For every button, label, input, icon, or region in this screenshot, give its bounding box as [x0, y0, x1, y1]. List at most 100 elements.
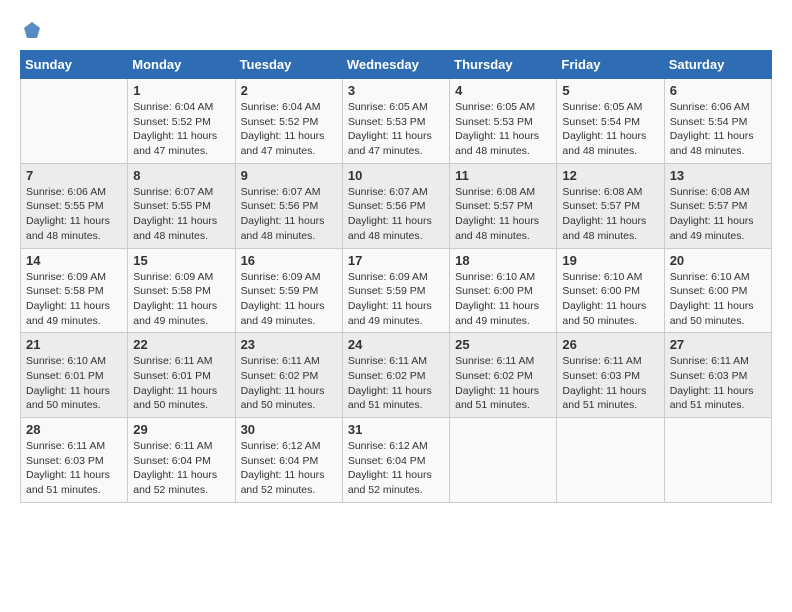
- calendar-cell: 4 Sunrise: 6:05 AM Sunset: 5:53 PM Daylig…: [450, 79, 557, 164]
- calendar-cell: 29 Sunrise: 6:11 AM Sunset: 6:04 PM Dayli…: [128, 418, 235, 503]
- day-number: 16: [241, 253, 337, 268]
- calendar-cell: 7 Sunrise: 6:06 AM Sunset: 5:55 PM Daylig…: [21, 163, 128, 248]
- calendar-cell: 2Sunrise: 6:04 AM Sunset: 5:52 PM Daylig…: [235, 79, 342, 164]
- day-number: 10: [348, 168, 444, 183]
- day-number: 25: [455, 337, 551, 352]
- day-info: Sunrise: 6:11 AM Sunset: 6:02 PM Dayligh…: [348, 354, 444, 413]
- day-number: 13: [670, 168, 766, 183]
- day-info: Sunrise: 6:09 AM Sunset: 5:59 PM Dayligh…: [241, 270, 337, 329]
- calendar-cell: 30 Sunrise: 6:12 AM Sunset: 6:04 PM Dayli…: [235, 418, 342, 503]
- calendar-week-row: 1 Sunrise: 6:04 AM Sunset: 5:52 PM Daylig…: [21, 79, 772, 164]
- day-info: Sunrise: 6:12 AM Sunset: 6:04 PM Dayligh…: [348, 439, 444, 498]
- day-info: Sunrise: 6:06 AM Sunset: 5:54 PM Dayligh…: [670, 100, 766, 159]
- calendar-table: SundayMondayTuesdayWednesdayThursdayFrid…: [20, 50, 772, 503]
- day-number: 22: [133, 337, 229, 352]
- day-info: Sunrise: 6:09 AM Sunset: 5:59 PM Dayligh…: [348, 270, 444, 329]
- day-number: 26: [562, 337, 658, 352]
- calendar-cell: 28 Sunrise: 6:11 AM Sunset: 6:03 PM Dayli…: [21, 418, 128, 503]
- day-info: Sunrise: 6:05 AM Sunset: 5:53 PM Dayligh…: [455, 100, 551, 159]
- weekday-header-friday: Friday: [557, 51, 664, 79]
- day-info: Sunrise: 6:09 AM Sunset: 5:58 PM Dayligh…: [133, 270, 229, 329]
- day-number: 30: [241, 422, 337, 437]
- day-number: 18: [455, 253, 551, 268]
- day-number: 8: [133, 168, 229, 183]
- day-number: 14: [26, 253, 122, 268]
- day-number: 31: [348, 422, 444, 437]
- day-number: 21: [26, 337, 122, 352]
- day-number: 12: [562, 168, 658, 183]
- calendar-cell: 10 Sunrise: 6:07 AM Sunset: 5:56 PM Dayli…: [342, 163, 449, 248]
- day-info: Sunrise: 6:11 AM Sunset: 6:02 PM Dayligh…: [241, 354, 337, 413]
- day-info: Sunrise: 6:08 AM Sunset: 5:57 PM Dayligh…: [455, 185, 551, 244]
- day-info: Sunrise: 6:07 AM Sunset: 5:56 PM Dayligh…: [348, 185, 444, 244]
- calendar-cell: 14 Sunrise: 6:09 AM Sunset: 5:58 PM Dayli…: [21, 248, 128, 333]
- day-number: 9: [241, 168, 337, 183]
- logo: [20, 20, 42, 40]
- calendar-cell: 9 Sunrise: 6:07 AM Sunset: 5:56 PM Daylig…: [235, 163, 342, 248]
- day-info: Sunrise: 6:10 AM Sunset: 6:00 PM Dayligh…: [455, 270, 551, 329]
- day-info: Sunrise: 6:07 AM Sunset: 5:56 PM Dayligh…: [241, 185, 337, 244]
- calendar-cell: 24 Sunrise: 6:11 AM Sunset: 6:02 PM Dayli…: [342, 333, 449, 418]
- calendar-cell: 12 Sunrise: 6:08 AM Sunset: 5:57 PM Dayli…: [557, 163, 664, 248]
- day-info: Sunrise: 6:11 AM Sunset: 6:03 PM Dayligh…: [26, 439, 122, 498]
- weekday-header-tuesday: Tuesday: [235, 51, 342, 79]
- day-info: Sunrise: 6:10 AM Sunset: 6:00 PM Dayligh…: [670, 270, 766, 329]
- day-number: 29: [133, 422, 229, 437]
- calendar-cell: 13Sunrise: 6:08 AM Sunset: 5:57 PM Dayli…: [664, 163, 771, 248]
- calendar-cell: 15 Sunrise: 6:09 AM Sunset: 5:58 PM Dayli…: [128, 248, 235, 333]
- weekday-header-wednesday: Wednesday: [342, 51, 449, 79]
- calendar-cell: 17 Sunrise: 6:09 AM Sunset: 5:59 PM Dayli…: [342, 248, 449, 333]
- calendar-cell: [557, 418, 664, 503]
- calendar-cell: 22Sunrise: 6:11 AM Sunset: 6:01 PM Dayli…: [128, 333, 235, 418]
- calendar-cell: 8 Sunrise: 6:07 AM Sunset: 5:55 PM Daylig…: [128, 163, 235, 248]
- day-number: 23: [241, 337, 337, 352]
- day-info: Sunrise: 6:05 AM Sunset: 5:53 PM Dayligh…: [348, 100, 444, 159]
- day-info: Sunrise: 6:05 AM Sunset: 5:54 PM Dayligh…: [562, 100, 658, 159]
- day-info: Sunrise: 6:07 AM Sunset: 5:55 PM Dayligh…: [133, 185, 229, 244]
- weekday-header-saturday: Saturday: [664, 51, 771, 79]
- calendar-cell: 19 Sunrise: 6:10 AM Sunset: 6:00 PM Dayli…: [557, 248, 664, 333]
- day-info: Sunrise: 6:10 AM Sunset: 6:00 PM Dayligh…: [562, 270, 658, 329]
- day-number: 5: [562, 83, 658, 98]
- day-number: 1: [133, 83, 229, 98]
- logo-icon: [22, 20, 42, 40]
- calendar-week-row: 14 Sunrise: 6:09 AM Sunset: 5:58 PM Dayli…: [21, 248, 772, 333]
- day-info: Sunrise: 6:12 AM Sunset: 6:04 PM Dayligh…: [241, 439, 337, 498]
- calendar-cell: 20 Sunrise: 6:10 AM Sunset: 6:00 PM Dayli…: [664, 248, 771, 333]
- day-number: 17: [348, 253, 444, 268]
- calendar-cell: 23 Sunrise: 6:11 AM Sunset: 6:02 PM Dayli…: [235, 333, 342, 418]
- calendar-week-row: 21 Sunrise: 6:10 AM Sunset: 6:01 PM Dayli…: [21, 333, 772, 418]
- day-info: Sunrise: 6:11 AM Sunset: 6:02 PM Dayligh…: [455, 354, 551, 413]
- day-info: Sunrise: 6:11 AM Sunset: 6:04 PM Dayligh…: [133, 439, 229, 498]
- day-number: 15: [133, 253, 229, 268]
- calendar-cell: 16 Sunrise: 6:09 AM Sunset: 5:59 PM Dayli…: [235, 248, 342, 333]
- day-info: Sunrise: 6:06 AM Sunset: 5:55 PM Dayligh…: [26, 185, 122, 244]
- day-number: 19: [562, 253, 658, 268]
- calendar-cell: [664, 418, 771, 503]
- page-header: [20, 20, 772, 40]
- day-number: 20: [670, 253, 766, 268]
- calendar-cell: 3Sunrise: 6:05 AM Sunset: 5:53 PM Daylig…: [342, 79, 449, 164]
- calendar-week-row: 28 Sunrise: 6:11 AM Sunset: 6:03 PM Dayli…: [21, 418, 772, 503]
- weekday-header-sunday: Sunday: [21, 51, 128, 79]
- day-info: Sunrise: 6:11 AM Sunset: 6:03 PM Dayligh…: [670, 354, 766, 413]
- calendar-cell: [450, 418, 557, 503]
- day-number: 4: [455, 83, 551, 98]
- day-number: 28: [26, 422, 122, 437]
- day-info: Sunrise: 6:10 AM Sunset: 6:01 PM Dayligh…: [26, 354, 122, 413]
- calendar-cell: 6 Sunrise: 6:06 AM Sunset: 5:54 PM Daylig…: [664, 79, 771, 164]
- calendar-cell: 11Sunrise: 6:08 AM Sunset: 5:57 PM Dayli…: [450, 163, 557, 248]
- day-info: Sunrise: 6:11 AM Sunset: 6:03 PM Dayligh…: [562, 354, 658, 413]
- day-info: Sunrise: 6:04 AM Sunset: 5:52 PM Dayligh…: [133, 100, 229, 159]
- weekday-header-monday: Monday: [128, 51, 235, 79]
- calendar-cell: 26 Sunrise: 6:11 AM Sunset: 6:03 PM Dayli…: [557, 333, 664, 418]
- day-info: Sunrise: 6:08 AM Sunset: 5:57 PM Dayligh…: [562, 185, 658, 244]
- calendar-cell: 18 Sunrise: 6:10 AM Sunset: 6:00 PM Dayli…: [450, 248, 557, 333]
- day-info: Sunrise: 6:09 AM Sunset: 5:58 PM Dayligh…: [26, 270, 122, 329]
- day-number: 6: [670, 83, 766, 98]
- day-number: 7: [26, 168, 122, 183]
- calendar-cell: 1 Sunrise: 6:04 AM Sunset: 5:52 PM Daylig…: [128, 79, 235, 164]
- day-info: Sunrise: 6:04 AM Sunset: 5:52 PM Dayligh…: [241, 100, 337, 159]
- day-number: 24: [348, 337, 444, 352]
- calendar-cell: 25 Sunrise: 6:11 AM Sunset: 6:02 PM Dayli…: [450, 333, 557, 418]
